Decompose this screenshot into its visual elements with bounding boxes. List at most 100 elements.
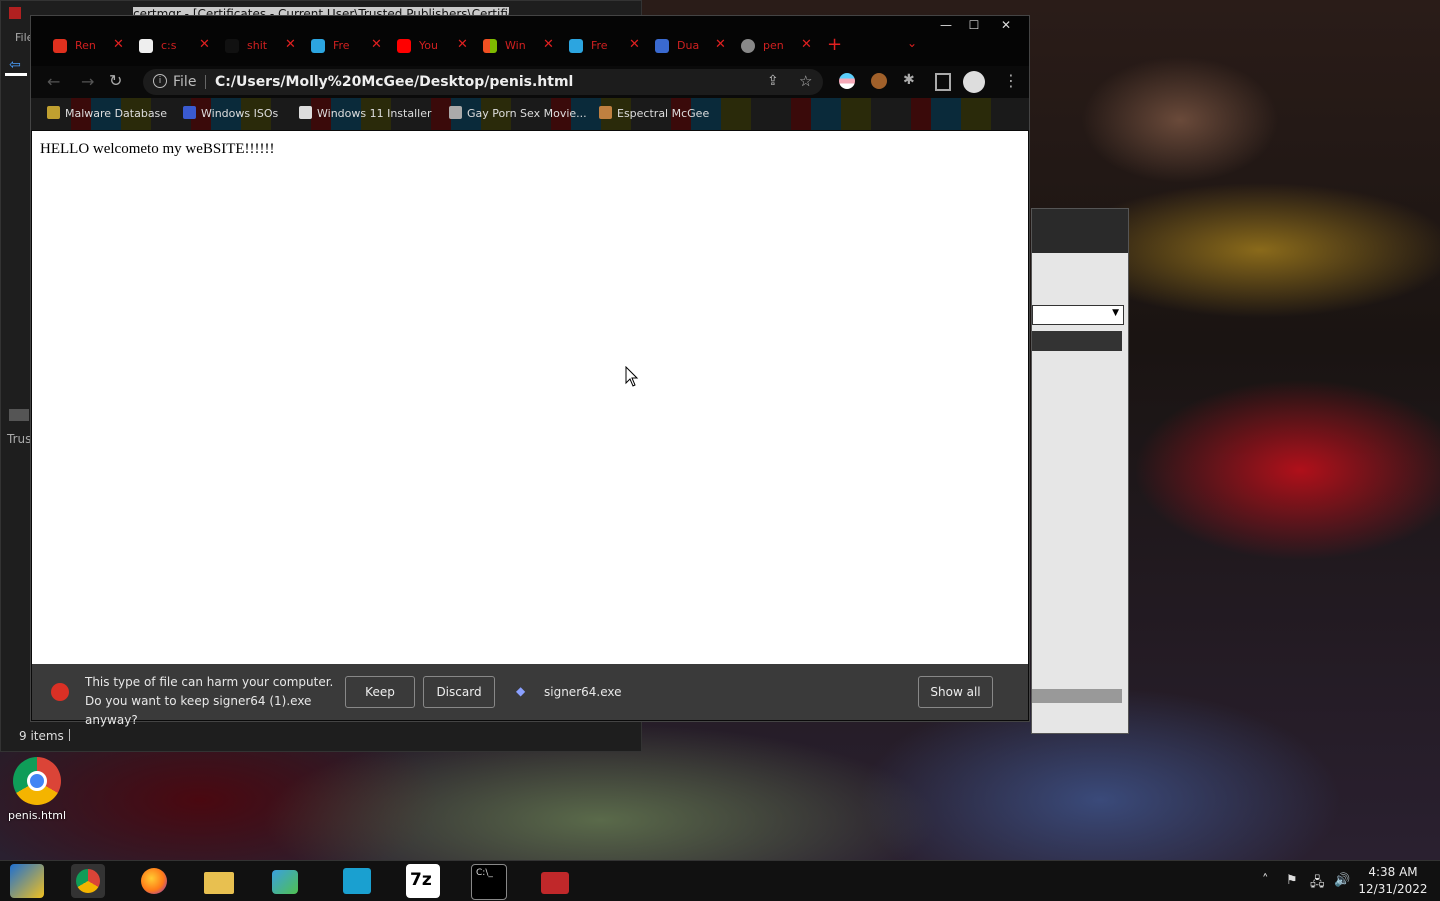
- file-explorer-taskbar-button[interactable]: [202, 864, 236, 898]
- keep-button[interactable]: Keep: [345, 676, 415, 708]
- extensions-puzzle-icon[interactable]: ✱: [903, 72, 915, 88]
- url-text[interactable]: C:/Users/Molly%20McGee/Desktop/penis.htm…: [215, 74, 573, 90]
- share-icon[interactable]: ⇪: [767, 73, 779, 89]
- close-tab-icon[interactable]: ✕: [371, 37, 382, 52]
- chrome-taskbar-button[interactable]: [71, 864, 105, 898]
- browser-tab[interactable]: shit ✕: [217, 36, 301, 58]
- browser-tab[interactable]: Ren ✕: [45, 36, 129, 58]
- tab-title: Fre: [333, 39, 350, 52]
- minimize-icon[interactable]: —: [931, 16, 961, 34]
- tab-strip: Ren ✕ c:s ✕ shit ✕ Fre ✕ You ✕ Win ✕ Fre…: [31, 16, 1029, 66]
- status-divider: [69, 729, 70, 741]
- tab-favicon-icon: [139, 39, 153, 53]
- show-all-button[interactable]: Show all: [918, 676, 993, 708]
- tab-search-chevron-icon[interactable]: ⌄: [907, 36, 917, 50]
- firefox-icon: [141, 868, 167, 894]
- 7zip-taskbar-button[interactable]: 7z: [406, 864, 440, 898]
- close-tab-icon[interactable]: ✕: [801, 37, 812, 52]
- cmd-taskbar-button[interactable]: C:\_: [471, 864, 507, 900]
- url-divider: [205, 75, 206, 89]
- clock-time: 4:38 AM: [1368, 865, 1418, 879]
- discard-button[interactable]: Discard: [423, 676, 495, 708]
- maximize-icon[interactable]: ☐: [959, 16, 989, 34]
- window-controls: — ☐ ✕: [931, 16, 1029, 34]
- toolbox-icon: [541, 872, 569, 894]
- browser-tab[interactable]: Fre ✕: [561, 36, 645, 58]
- browser-tab[interactable]: c:s ✕: [131, 36, 215, 58]
- profile-icon[interactable]: [963, 71, 985, 93]
- bookmark-favicon-icon: [47, 106, 60, 119]
- desktop-file-icon[interactable]: penis.html: [6, 757, 68, 822]
- bookmark-item[interactable]: Malware Database: [47, 106, 167, 120]
- bookmark-label: Windows ISOs: [201, 107, 279, 120]
- dialog-dropdown[interactable]: ▼: [1032, 305, 1124, 325]
- bookmarks-bar: Malware Database Windows ISOs Windows 11…: [31, 98, 1029, 130]
- browser-tab[interactable]: Fre ✕: [303, 36, 387, 58]
- bookmark-label: Malware Database: [65, 107, 168, 120]
- system-clock[interactable]: 4:38 AM 12/31/2022: [1350, 864, 1436, 898]
- store-icon[interactable]: [10, 864, 44, 898]
- action-center-flag-icon[interactable]: ⚑: [1286, 873, 1298, 888]
- url-scheme-label: File: [173, 74, 197, 90]
- tab-favicon-icon: [311, 39, 325, 53]
- reload-icon[interactable]: ↻: [109, 71, 122, 90]
- browser-tab[interactable]: You ✕: [389, 36, 473, 58]
- dialog-selected-row[interactable]: [1032, 331, 1122, 351]
- close-tab-icon[interactable]: ✕: [457, 37, 468, 52]
- close-window-icon[interactable]: ✕: [991, 16, 1021, 34]
- close-tab-icon[interactable]: ✕: [199, 37, 210, 52]
- new-tab-button[interactable]: +: [827, 34, 842, 55]
- bookmark-label: Windows 11 Installer: [317, 107, 432, 120]
- bookmark-item[interactable]: Gay Porn Sex Movie...: [449, 106, 587, 120]
- chrome-icon: [76, 869, 100, 893]
- chevron-down-icon: ▼: [1112, 308, 1119, 318]
- extension-flag-icon[interactable]: [839, 73, 855, 89]
- download-filename[interactable]: signer64.exe: [544, 685, 622, 699]
- info-icon[interactable]: i: [153, 74, 167, 88]
- remote-app-taskbar-button[interactable]: [340, 864, 374, 898]
- page-heading-text: HELLO welcometo my weBSITE!!!!!!: [40, 141, 275, 157]
- tab-title: c:s: [161, 39, 177, 52]
- mouse-cursor-icon: [625, 366, 639, 387]
- firefox-taskbar-button[interactable]: [137, 864, 171, 898]
- address-bar[interactable]: i File C:/Users/Molly%20McGee/Desktop/pe…: [143, 69, 823, 95]
- bookmark-favicon-icon: [599, 106, 612, 119]
- menu-kebab-icon[interactable]: ⋮: [1003, 71, 1019, 90]
- volume-icon[interactable]: 🔊: [1334, 873, 1350, 888]
- browser-tab-active[interactable]: pen ✕: [733, 36, 817, 58]
- certmgr-tree-item[interactable]: Trus: [7, 432, 31, 446]
- forward-icon[interactable]: →: [81, 72, 94, 91]
- bookmark-star-icon[interactable]: ☆: [799, 72, 812, 90]
- toolbox-taskbar-button[interactable]: [538, 864, 572, 898]
- chrome-window[interactable]: Ren ✕ c:s ✕ shit ✕ Fre ✕ You ✕ Win ✕ Fre…: [30, 15, 1030, 727]
- close-tab-icon[interactable]: ✕: [113, 37, 124, 52]
- bookmark-item[interactable]: Espectral McGee: [599, 106, 709, 120]
- network-users-taskbar-button[interactable]: [268, 864, 302, 898]
- close-tab-icon[interactable]: ✕: [629, 37, 640, 52]
- globe-icon: [741, 39, 755, 53]
- browser-tab[interactable]: Dua ✕: [647, 36, 731, 58]
- browser-tab[interactable]: Win ✕: [475, 36, 559, 58]
- bookmark-item[interactable]: Windows ISOs: [183, 106, 278, 120]
- tab-title: Win: [505, 39, 526, 52]
- page-content[interactable]: HELLO welcometo my weBSITE!!!!!!: [32, 131, 1028, 664]
- certmgr-app-icon: [9, 7, 21, 19]
- back-arrow-icon[interactable]: ⇦: [9, 57, 21, 73]
- browser-toolbar: ← → ↻ i File C:/Users/Molly%20McGee/Desk…: [31, 66, 1029, 98]
- extension-avatar-icon[interactable]: [871, 73, 887, 89]
- certmgr-scroll-left[interactable]: [9, 409, 29, 421]
- network-icon[interactable]: 🖧: [1310, 873, 1325, 895]
- dialog-scrollbar[interactable]: [1032, 689, 1122, 703]
- background-dialog-window[interactable]: ▼: [1031, 208, 1129, 734]
- back-icon[interactable]: ←: [47, 72, 60, 91]
- certmgr-divider: [5, 73, 27, 76]
- bookmark-item[interactable]: Windows 11 Installer: [299, 106, 432, 120]
- show-hidden-icons-icon[interactable]: ˄: [1262, 873, 1269, 888]
- file-explorer-icon: [204, 872, 234, 894]
- close-tab-icon[interactable]: ✕: [285, 37, 296, 52]
- tab-favicon-icon: [397, 39, 411, 53]
- close-tab-icon[interactable]: ✕: [543, 37, 554, 52]
- side-panel-icon[interactable]: [935, 73, 951, 91]
- close-tab-icon[interactable]: ✕: [715, 37, 726, 52]
- dialog-titlebar: [1032, 209, 1128, 253]
